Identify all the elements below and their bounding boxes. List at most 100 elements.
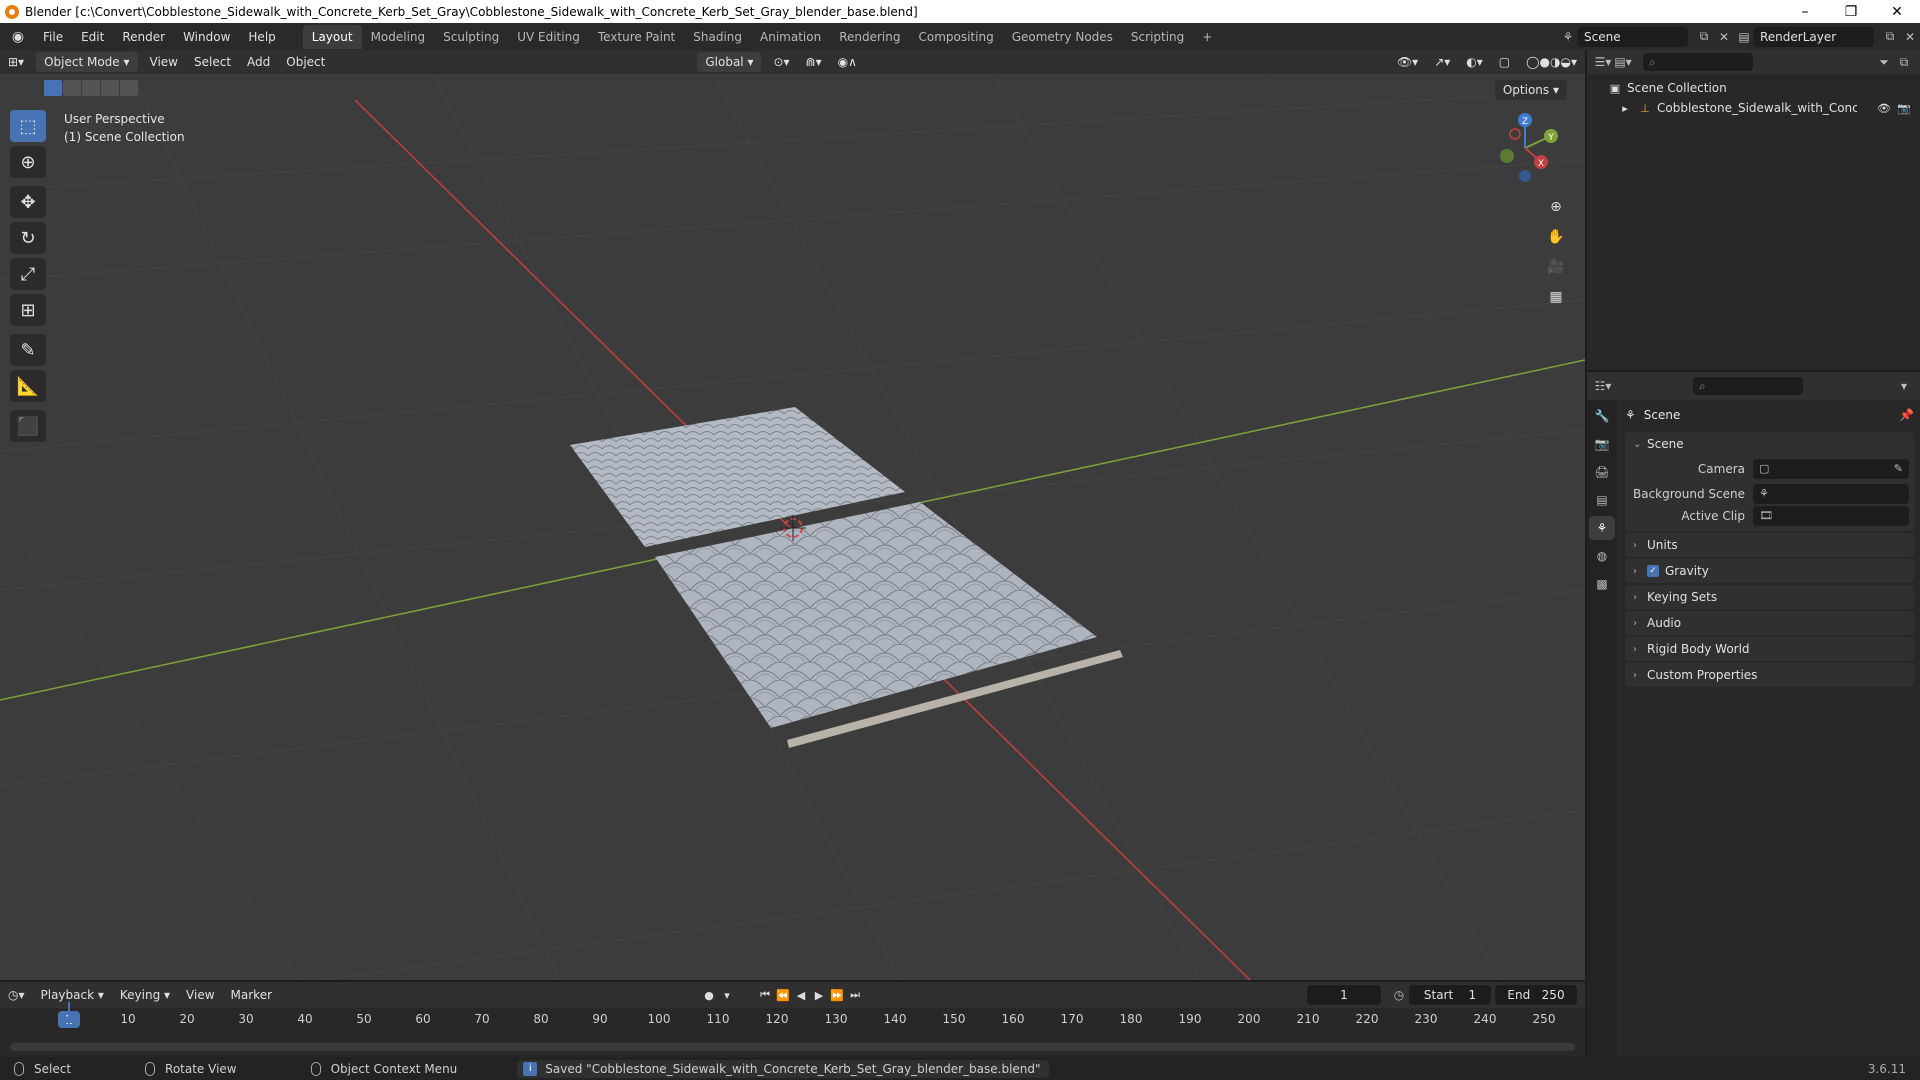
select-extend-icon[interactable] <box>63 80 81 96</box>
tab-uv-editing[interactable]: UV Editing <box>508 25 589 49</box>
keying-sets-panel[interactable]: › Keying Sets <box>1625 585 1914 609</box>
delete-scene-icon[interactable]: ✕ <box>1714 27 1734 47</box>
proportional-edit-icon[interactable]: ◉∧ <box>830 52 865 72</box>
add-cube-tool-icon[interactable]: ⬛ <box>10 410 46 442</box>
scene-tab-icon[interactable]: ⚘ <box>1589 516 1615 540</box>
background-scene-field[interactable]: ⚘ <box>1753 483 1909 504</box>
render-visibility-icon[interactable]: 📷 <box>1896 101 1912 115</box>
units-panel[interactable]: › Units <box>1625 533 1914 557</box>
scene-icon[interactable]: ⚘ <box>1558 27 1578 47</box>
scene-panel-header[interactable]: ⌄ Scene <box>1625 432 1914 456</box>
menu-keying[interactable]: Keying ▾ <box>112 985 178 1005</box>
gravity-checkbox[interactable]: ✓ <box>1647 565 1659 577</box>
select-intersect-icon[interactable] <box>120 80 138 96</box>
properties-search-input[interactable]: ⌕ <box>1693 377 1803 395</box>
eye-visibility-icon[interactable]: 👁 <box>1876 101 1892 115</box>
minimize-button[interactable]: – <box>1782 0 1828 23</box>
next-keyframe-icon[interactable]: ⏩ <box>828 986 846 1004</box>
navigation-gizmo[interactable]: Z Y X <box>1485 108 1565 188</box>
jump-end-icon[interactable]: ⏭ <box>846 986 864 1004</box>
timeline-editor-icon[interactable]: ◷▾ <box>0 985 33 1005</box>
snap-icon[interactable]: ⋒▾ <box>798 52 830 72</box>
select-invert-icon[interactable] <box>101 80 119 96</box>
menu-file[interactable]: File <box>34 26 72 48</box>
tab-layout[interactable]: Layout <box>302 24 362 49</box>
gravity-panel[interactable]: › ✓ Gravity <box>1625 559 1914 583</box>
active-clip-field[interactable]: 🎞 <box>1753 505 1909 526</box>
gizmo-icon[interactable]: ↗▾ <box>1426 52 1458 72</box>
delete-layer-icon[interactable]: ✕ <box>1900 27 1920 47</box>
editor-type-icon[interactable]: ⊞▾ <box>0 52 32 72</box>
outliner-scene-collection[interactable]: ▣ Scene Collection <box>1587 78 1920 98</box>
properties-editor-icon[interactable]: ☷▾ <box>1593 376 1613 396</box>
new-scene-icon[interactable]: ⧉ <box>1694 27 1714 47</box>
camera-field[interactable]: ▢ ✎ <box>1753 458 1909 479</box>
blender-menu-icon[interactable]: ◉ <box>6 26 30 48</box>
transform-tool-icon[interactable]: ⊞ <box>10 294 46 326</box>
select-box-tool-icon[interactable]: ⬚ <box>10 110 46 142</box>
end-frame-field[interactable]: End 250 <box>1495 985 1577 1005</box>
menu-help[interactable]: Help <box>239 26 284 48</box>
neg-x-axis-handle[interactable] <box>1509 128 1521 140</box>
texture-tab-icon[interactable]: ▩ <box>1589 572 1615 596</box>
move-tool-icon[interactable]: ✥ <box>10 186 46 218</box>
playhead-line[interactable] <box>68 1002 70 1027</box>
record-options-icon[interactable]: ▾ <box>718 986 736 1004</box>
menu-view[interactable]: View <box>142 52 186 72</box>
audio-panel[interactable]: › Audio <box>1625 611 1914 635</box>
filter-icon[interactable]: ⏷ <box>1874 52 1894 72</box>
select-new-icon[interactable] <box>44 80 62 96</box>
menu-window[interactable]: Window <box>174 26 239 48</box>
maximize-button[interactable]: ❐ <box>1828 0 1874 23</box>
scene-selector[interactable]: Scene <box>1578 26 1688 47</box>
pan-hand-icon[interactable]: ✋ <box>1543 224 1569 250</box>
tab-rendering[interactable]: Rendering <box>830 25 909 49</box>
tool-tab-icon[interactable]: 🔧 <box>1589 404 1615 428</box>
select-subtract-icon[interactable] <box>82 80 100 96</box>
options-dropdown[interactable]: Options ▾ <box>1494 80 1567 100</box>
xray-icon[interactable]: ▢ <box>1491 52 1518 72</box>
timeline-editor[interactable]: ◷▾ Playback ▾ Keying ▾ View Marker ● ▾ ⏮… <box>0 982 1585 1057</box>
overlay-icon[interactable]: ◐▾ <box>1458 52 1491 72</box>
cursor-tool-icon[interactable]: ⊕ <box>10 146 46 178</box>
menu-render[interactable]: Render <box>113 26 174 48</box>
tab-sculpting[interactable]: Sculpting <box>434 25 508 49</box>
camera-view-icon[interactable]: 🎥 <box>1543 254 1569 280</box>
new-layer-icon[interactable]: ⧉ <box>1880 27 1900 47</box>
rigid-body-panel[interactable]: › Rigid Body World <box>1625 637 1914 661</box>
menu-select[interactable]: Select <box>186 52 239 72</box>
tab-geometry-nodes[interactable]: Geometry Nodes <box>1003 25 1122 49</box>
tab-scripting[interactable]: Scripting <box>1122 25 1193 49</box>
cobblestone-tile-large[interactable] <box>655 502 1097 728</box>
play-reverse-icon[interactable]: ◀ <box>792 986 810 1004</box>
timeline-ruler[interactable]: 1 10203040506070809010011012013014015016… <box>0 1008 1585 1032</box>
neg-y-axis-handle[interactable] <box>1500 149 1514 163</box>
menu-edit[interactable]: Edit <box>72 26 113 48</box>
add-workspace-button[interactable]: + <box>1193 25 1221 49</box>
current-frame-field[interactable]: 1 <box>1307 985 1381 1005</box>
neg-z-axis-handle[interactable] <box>1519 170 1531 182</box>
menu-playback[interactable]: Playback ▾ <box>33 985 112 1005</box>
tab-compositing[interactable]: Compositing <box>909 25 1002 49</box>
pivot-icon[interactable]: ⊙▾ <box>765 52 797 72</box>
world-tab-icon[interactable]: ◍ <box>1589 544 1615 568</box>
scale-tool-icon[interactable]: ⤢ <box>10 258 46 290</box>
3d-viewport[interactable]: ⊞▾ Object Mode ▾ View Select Add Object … <box>0 50 1585 980</box>
rotate-tool-icon[interactable]: ↻ <box>10 222 46 254</box>
outliner-editor-icon[interactable]: ☰▾ <box>1593 52 1613 72</box>
ortho-grid-icon[interactable]: ▦ <box>1543 284 1569 310</box>
prev-keyframe-icon[interactable]: ⏪ <box>774 986 792 1004</box>
outliner-search-input[interactable]: ⌕ <box>1643 53 1753 71</box>
tab-texture-paint[interactable]: Texture Paint <box>589 25 684 49</box>
timeline-scrollbar[interactable] <box>10 1043 1575 1051</box>
preview-range-icon[interactable]: ◷ <box>1389 985 1409 1005</box>
mode-dropdown[interactable]: Object Mode ▾ <box>36 52 138 72</box>
visibility-icon[interactable]: 👁▾ <box>1389 52 1426 72</box>
tab-shading[interactable]: Shading <box>684 25 751 49</box>
menu-timeline-view[interactable]: View <box>178 985 222 1005</box>
zoom-icon[interactable]: ⊕ <box>1543 194 1569 220</box>
output-tab-icon[interactable]: 🖨 <box>1589 460 1615 484</box>
custom-properties-panel[interactable]: › Custom Properties <box>1625 663 1914 687</box>
expand-arrow-icon[interactable]: ▸ <box>1617 101 1633 115</box>
display-mode-icon[interactable]: ▤▾ <box>1613 52 1633 72</box>
